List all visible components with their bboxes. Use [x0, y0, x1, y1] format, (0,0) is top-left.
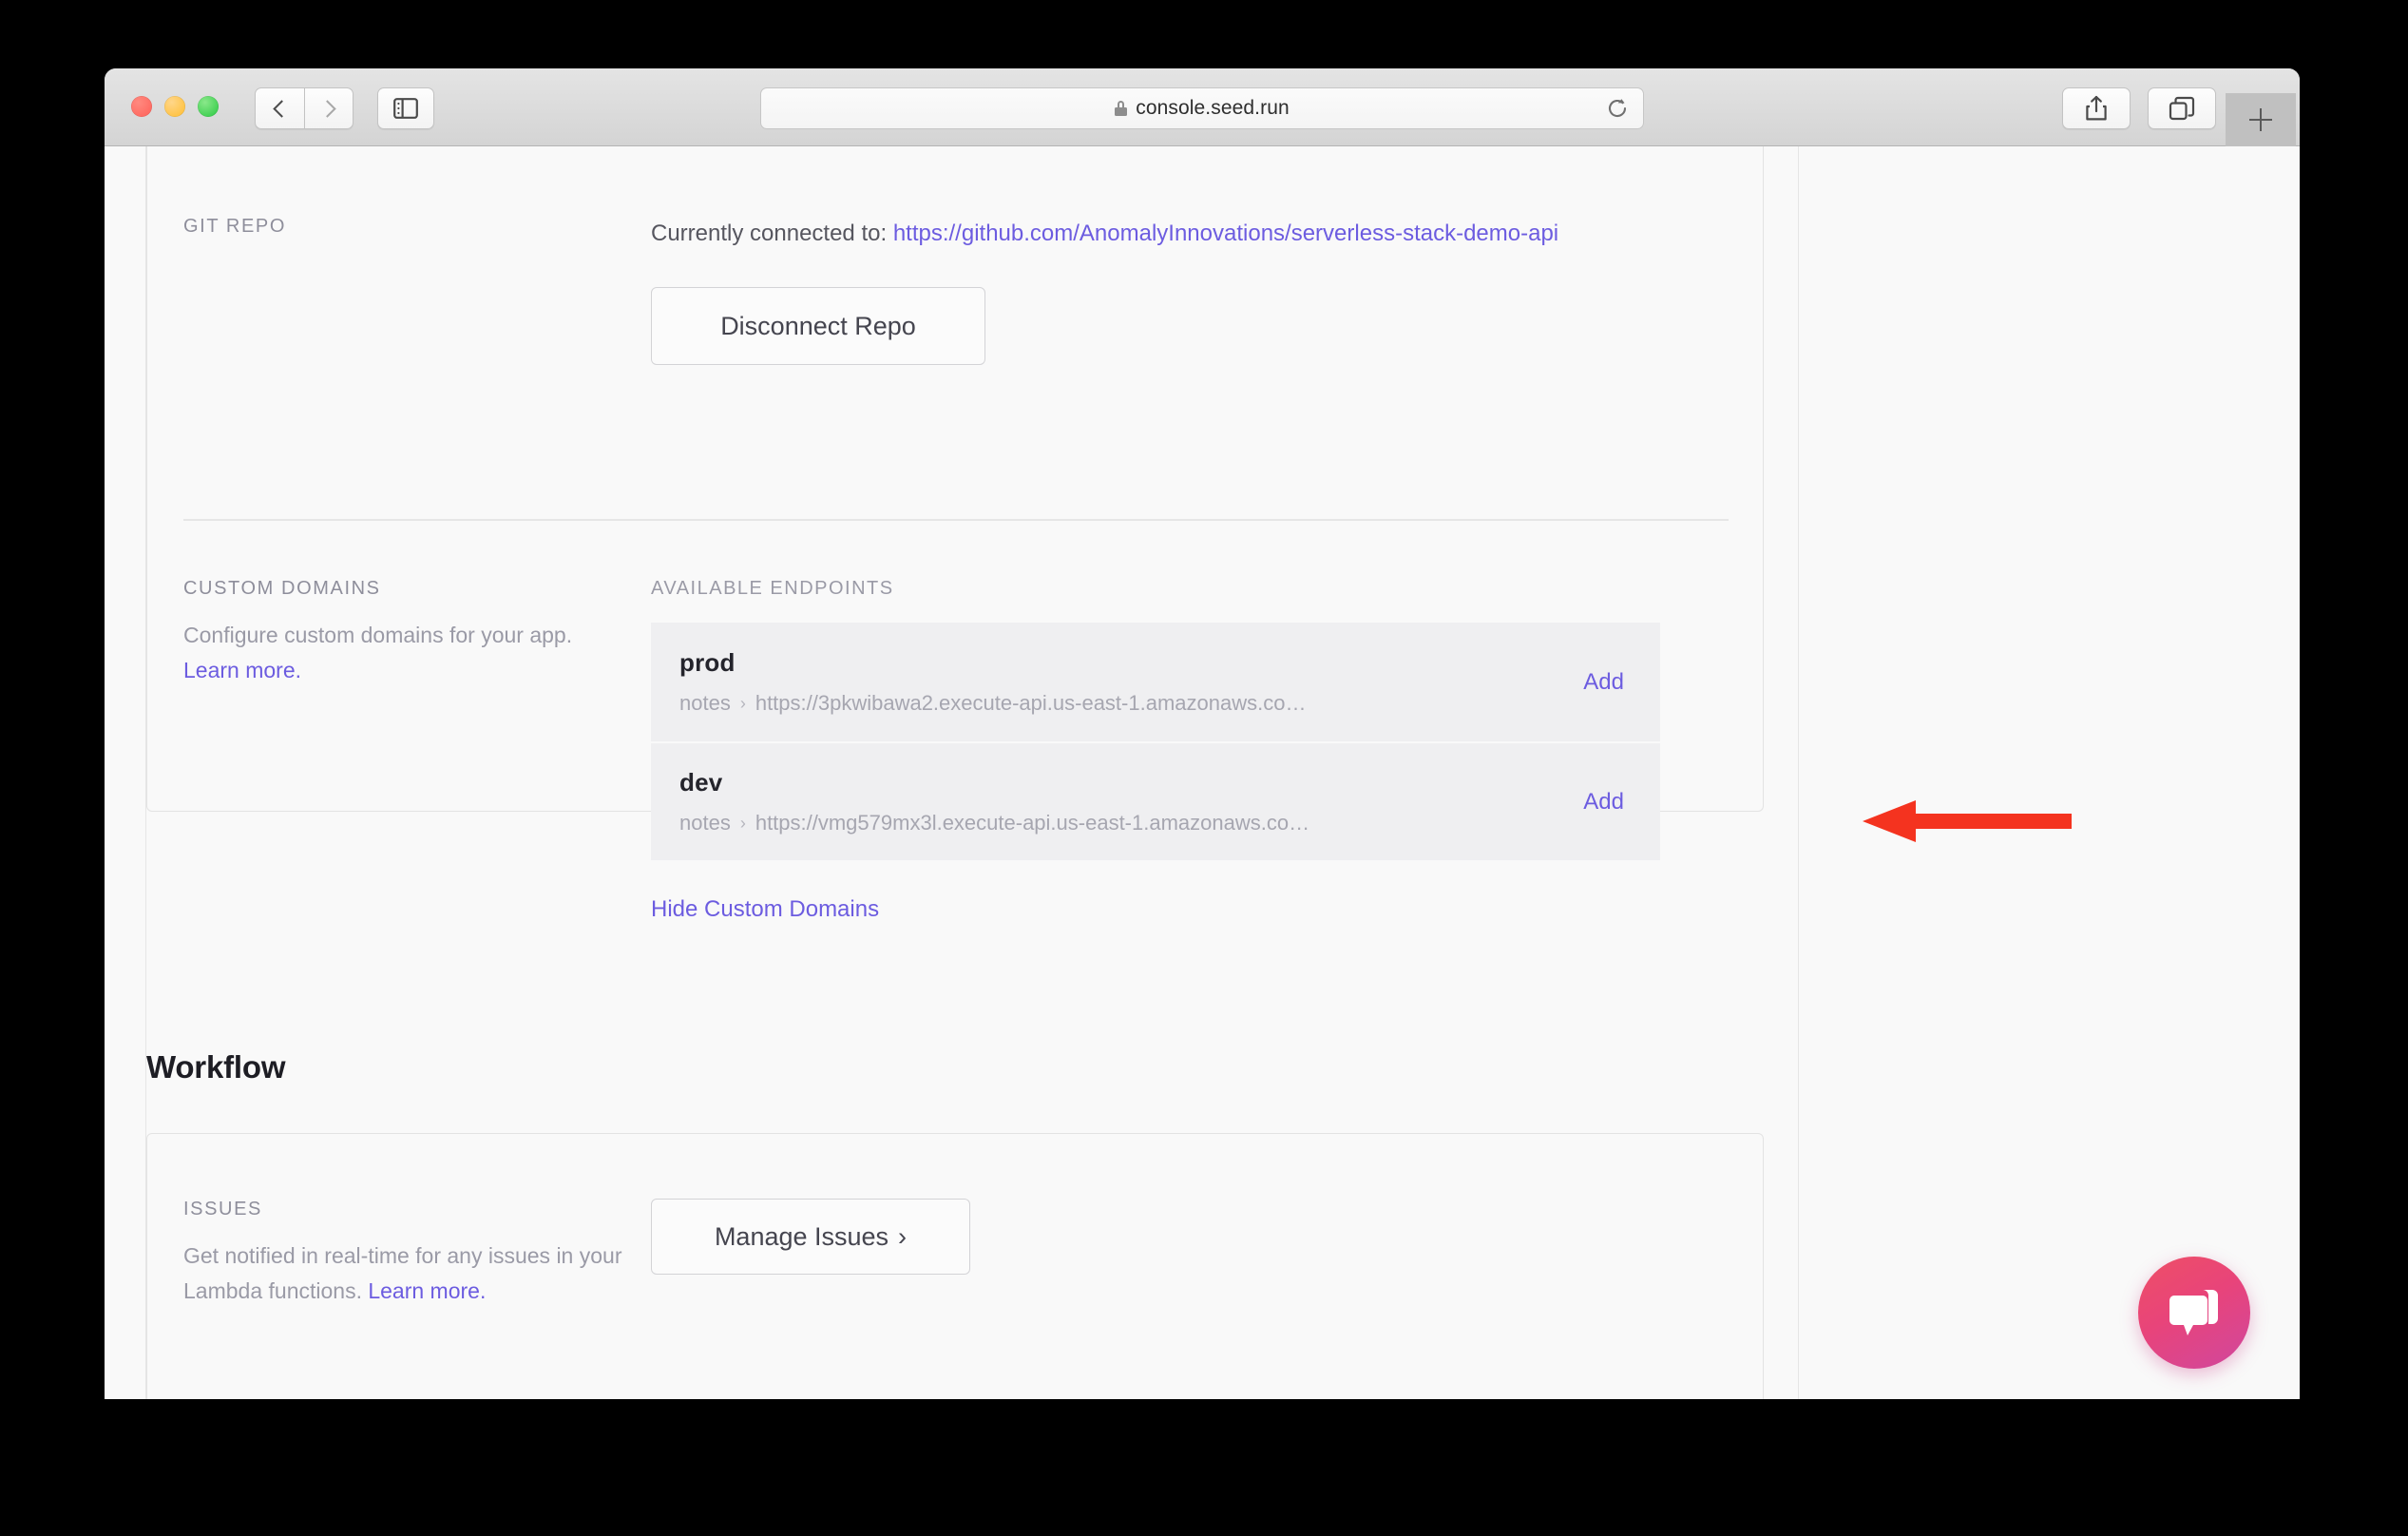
reload-button[interactable] [1605, 96, 1630, 121]
manage-issues-button[interactable]: Manage Issues › [651, 1199, 970, 1275]
endpoint-path: notes › https://vmg579mx3l.execute-api.u… [679, 811, 1309, 835]
minimize-window-button[interactable] [164, 96, 185, 117]
manage-issues-label: Manage Issues [715, 1222, 889, 1252]
chevron-right-icon: › [898, 1222, 907, 1252]
chevron-right-icon: › [740, 694, 746, 714]
chat-bubble-icon [2165, 1286, 2224, 1339]
endpoint-row-prod: prod notes › https://3pkwibawa2.execute-… [651, 623, 1660, 741]
custom-domains-description: Configure custom domains for your app. L… [183, 618, 630, 689]
custom-domains-body: AVAILABLE ENDPOINTS prod notes › https:/… [651, 578, 1763, 923]
custom-domains-section: CUSTOM DOMAINS Configure custom domains … [147, 578, 1763, 923]
issues-label: ISSUES [183, 1199, 651, 1220]
endpoint-row-dev: dev notes › https://vmg579mx3l.execute-a… [651, 741, 1660, 860]
section-divider [183, 519, 1729, 521]
custom-domains-learn-more-link[interactable]: Learn more. [183, 658, 301, 682]
forward-button[interactable] [304, 87, 354, 129]
endpoint-list: prod notes › https://3pkwibawa2.execute-… [651, 623, 1660, 860]
sidebar-toggle-button[interactable] [377, 87, 434, 129]
disconnect-repo-button[interactable]: Disconnect Repo [651, 287, 985, 365]
endpoint-info: prod notes › https://3pkwibawa2.execute-… [679, 648, 1306, 716]
tab-overview-button[interactable] [2148, 87, 2216, 129]
page-viewport: GIT REPO Currently connected to: https:/… [105, 146, 2300, 1399]
workflow-card: ISSUES Get notified in real-time for any… [146, 1133, 1764, 1399]
browser-titlebar: console.seed.run [105, 68, 2300, 146]
git-repo-label-column: GIT REPO [147, 216, 651, 365]
git-repo-section: GIT REPO Currently connected to: https:/… [147, 216, 1763, 365]
back-button[interactable] [255, 87, 304, 129]
page-content-column: GIT REPO Currently connected to: https:/… [145, 146, 1799, 1399]
annotation-arrow [1863, 800, 2072, 842]
endpoint-url: https://3pkwibawa2.execute-api.us-east-1… [755, 691, 1307, 716]
tab-overview-icon [2169, 96, 2195, 121]
endpoint-stage-name: prod [679, 648, 1306, 678]
add-custom-domain-button-prod[interactable]: Add [1583, 669, 1624, 696]
available-endpoints-label: AVAILABLE ENDPOINTS [651, 578, 1763, 600]
issues-section: ISSUES Get notified in real-time for any… [147, 1199, 1763, 1310]
plus-icon [2249, 108, 2272, 131]
workflow-heading: Workflow [146, 1049, 285, 1085]
git-repo-label: GIT REPO [183, 216, 651, 238]
connected-prefix-text: Currently connected to: [651, 221, 893, 246]
endpoint-url: https://vmg579mx3l.execute-api.us-east-1… [755, 811, 1309, 835]
chevron-left-icon [273, 100, 290, 117]
chevron-right-icon: › [740, 814, 746, 834]
add-custom-domain-button-dev[interactable]: Add [1583, 789, 1624, 816]
address-bar[interactable]: console.seed.run [760, 87, 1644, 129]
close-window-button[interactable] [131, 96, 152, 117]
chevron-right-icon [318, 100, 335, 117]
maximize-window-button[interactable] [198, 96, 219, 117]
settings-card: GIT REPO Currently connected to: https:/… [146, 146, 1764, 812]
new-tab-button[interactable] [2226, 93, 2296, 146]
share-button[interactable] [2062, 87, 2131, 129]
git-repo-connected-text: Currently connected to: https://github.c… [651, 216, 1611, 251]
issues-learn-more-link[interactable]: Learn more. [368, 1278, 486, 1303]
address-bar-url: console.seed.run [1136, 97, 1290, 120]
reload-icon [1605, 96, 1630, 121]
chat-widget-button[interactable] [2138, 1257, 2250, 1369]
git-repo-url-link[interactable]: https://github.com/AnomalyInnovations/se… [893, 221, 1558, 246]
endpoint-path: notes › https://3pkwibawa2.execute-api.u… [679, 691, 1306, 716]
hide-custom-domains-link[interactable]: Hide Custom Domains [651, 896, 879, 923]
lock-icon [1115, 101, 1127, 116]
endpoint-service-name: notes [679, 691, 731, 716]
endpoint-service-name: notes [679, 811, 731, 835]
git-repo-body: Currently connected to: https://github.c… [651, 216, 1763, 365]
endpoint-stage-name: dev [679, 768, 1309, 797]
issues-description: Get notified in real-time for any issues… [183, 1238, 630, 1310]
custom-domains-label-column: CUSTOM DOMAINS Configure custom domains … [147, 578, 651, 923]
custom-domains-desc-text: Configure custom domains for your app. [183, 623, 572, 647]
window-traffic-lights [131, 96, 219, 117]
endpoint-info: dev notes › https://vmg579mx3l.execute-a… [679, 768, 1309, 835]
issues-body: Manage Issues › [651, 1199, 1763, 1310]
sidebar-toggle-icon [393, 98, 418, 119]
browser-window: console.seed.run [105, 68, 2300, 1399]
custom-domains-label: CUSTOM DOMAINS [183, 578, 651, 600]
issues-label-column: ISSUES Get notified in real-time for any… [147, 1199, 651, 1310]
share-icon [2084, 95, 2109, 122]
